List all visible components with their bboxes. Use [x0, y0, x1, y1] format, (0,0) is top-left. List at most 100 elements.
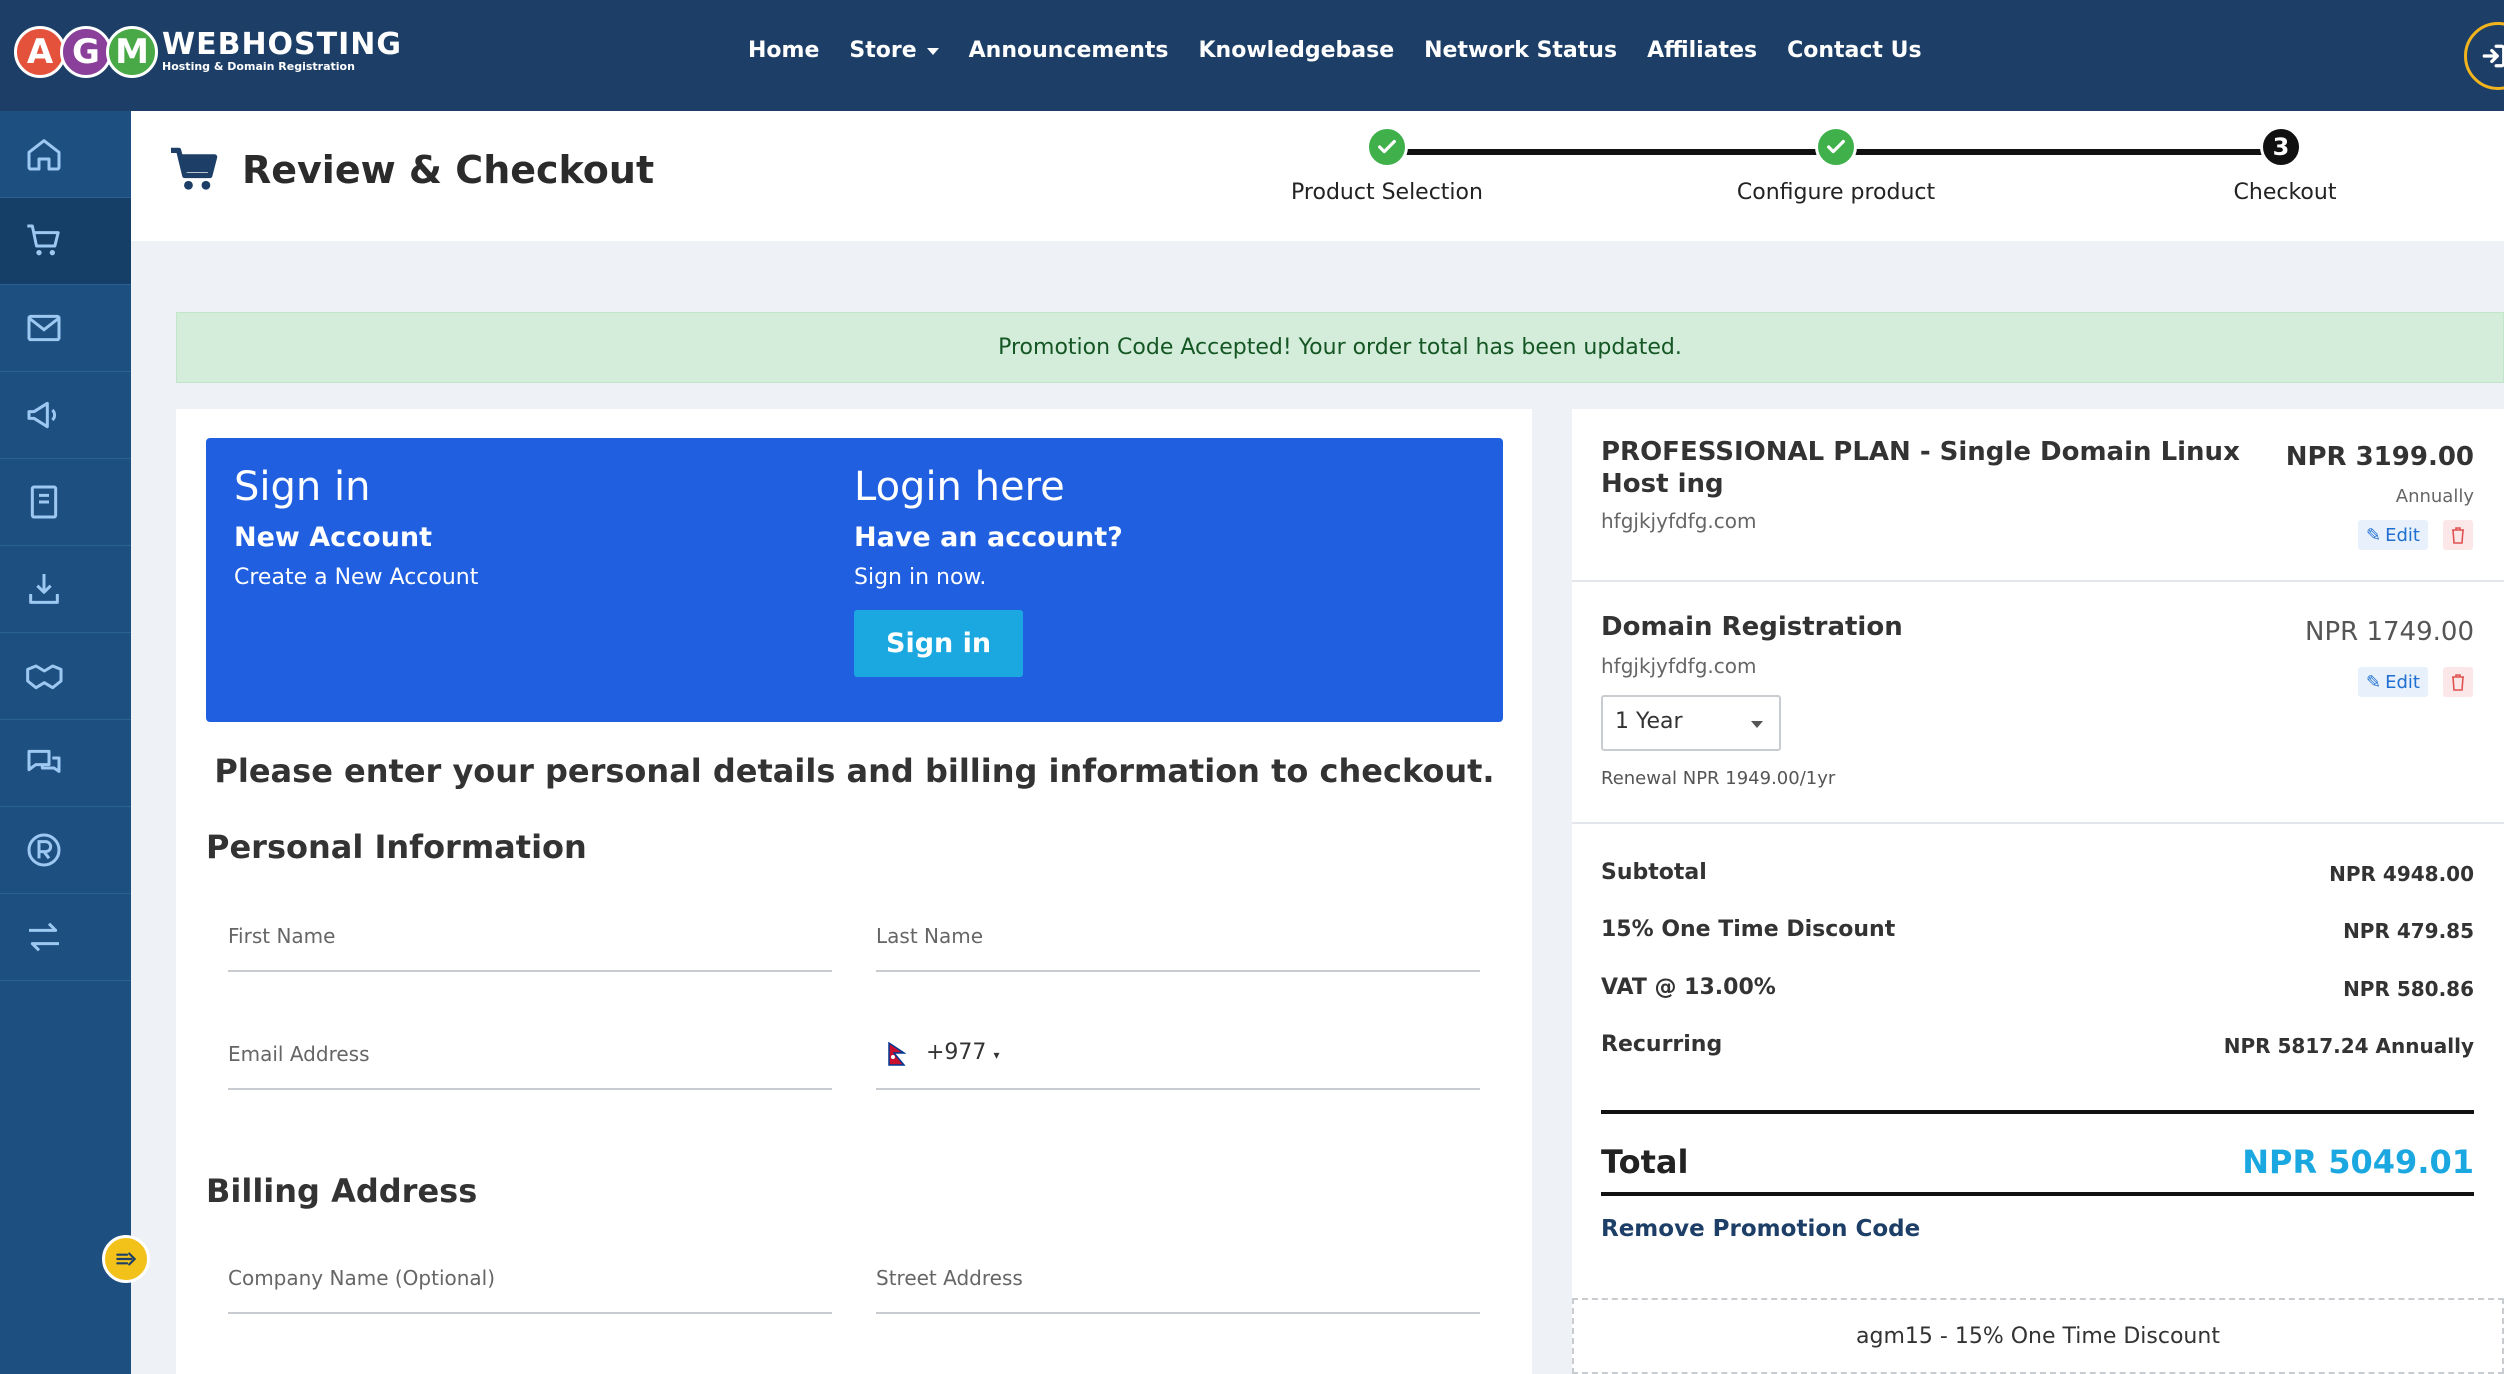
pencil-icon: ✎	[2366, 524, 2382, 546]
nav-announcements[interactable]: Announcements	[969, 38, 1169, 63]
cart-item-2-name: Domain Registration	[1601, 612, 1903, 642]
sidebar-item-domains[interactable]	[0, 807, 131, 894]
login-title: Login here	[854, 464, 1065, 510]
total-value: NPR 5049.01	[2242, 1143, 2474, 1181]
nepal-flag-icon	[888, 1042, 906, 1066]
sidebar-toggle-button[interactable]	[102, 1235, 150, 1283]
cart-item-2-edit-button[interactable]: ✎ Edit	[2358, 667, 2428, 697]
edit-label: Edit	[2385, 524, 2420, 546]
signin-button[interactable]: Sign in	[854, 610, 1024, 677]
billing-address-heading: Billing Address	[206, 1172, 478, 1210]
alert-text: Promotion Code Accepted! Your order tota…	[998, 335, 1682, 360]
discount-value: NPR 479.85	[2343, 919, 2474, 943]
nav-store[interactable]: Store	[849, 38, 939, 63]
brand-logo[interactable]: A G M WEBHOSTING Hosting & Domain Regist…	[14, 26, 402, 78]
envelope-icon	[27, 314, 61, 342]
top-navbar: A G M WEBHOSTING Hosting & Domain Regist…	[0, 0, 2504, 111]
sidebar-item-announcements[interactable]	[0, 372, 131, 459]
page-title: Review & Checkout	[168, 146, 654, 194]
create-account-text: Create a New Account	[234, 565, 479, 590]
vat-label: VAT @ 13.00%	[1601, 975, 1776, 1000]
last-name-field[interactable]: Last Name	[876, 912, 1480, 972]
dial-code-value: +977	[926, 1040, 987, 1065]
remove-promo-link[interactable]: Remove Promotion Code	[1601, 1216, 1920, 1242]
subtotal-label: Subtotal	[1601, 860, 1707, 885]
caret-down-icon: ▾	[993, 1048, 1000, 1062]
first-name-field[interactable]: First Name	[228, 912, 832, 972]
first-name-placeholder: First Name	[228, 924, 336, 948]
sign-in-icon	[2482, 44, 2504, 68]
phone-field[interactable]: +977 ▾	[876, 1030, 1480, 1090]
sidebar-item-knowledgebase[interactable]	[0, 459, 131, 546]
book-icon	[30, 485, 58, 519]
logo-letter-g: G	[60, 26, 112, 78]
sidebar-item-support[interactable]	[0, 720, 131, 807]
nav-affiliates[interactable]: Affiliates	[1647, 38, 1757, 63]
registered-icon	[27, 833, 61, 867]
edit-label: Edit	[2385, 671, 2420, 693]
personal-info-heading: Personal Information	[206, 828, 587, 866]
checkout-instructions: Please enter your personal details and b…	[214, 752, 1495, 790]
step-1-check	[1366, 126, 1408, 168]
nav-knowledgebase[interactable]: Knowledgebase	[1199, 38, 1395, 63]
sidebar-item-downloads[interactable]	[0, 546, 131, 633]
promo-success-alert: Promotion Code Accepted! Your order tota…	[176, 312, 2504, 383]
cart-icon	[27, 224, 60, 256]
recurring-value: NPR 5817.24 Annually	[2223, 1034, 2474, 1058]
email-placeholder: Email Address	[228, 1042, 370, 1066]
sidebar-item-store[interactable]	[0, 198, 131, 285]
check-icon	[1378, 139, 1396, 154]
registration-period-value: 1 Year	[1615, 709, 1683, 734]
cart-item-1-domain: hfgjkjyfdfg.com	[1601, 509, 1757, 533]
street-address-field[interactable]: Street Address	[876, 1254, 1480, 1314]
login-column: Login here Have an account? Sign in now.…	[854, 464, 1123, 677]
cart-item-1-delete-button[interactable]	[2443, 520, 2473, 550]
step-1-label: Product Selection	[1291, 180, 1483, 205]
step-2-check	[1815, 126, 1857, 168]
chevron-down-icon	[926, 47, 939, 55]
step-3-number: 3	[2260, 126, 2302, 168]
discount-label: 15% One Time Discount	[1601, 917, 1896, 942]
login-button[interactable]	[2464, 22, 2504, 90]
sidebar-item-email[interactable]	[0, 285, 131, 372]
registration-period-select[interactable]: 1 Year	[1601, 695, 1781, 751]
new-account-heading: New Account	[234, 522, 433, 553]
street-placeholder: Street Address	[876, 1266, 1023, 1290]
home-icon	[27, 139, 61, 171]
cart-item-1-name: PROFESSIONAL PLAN - Single Domain Linux …	[1601, 437, 2240, 499]
renewal-price: Renewal NPR 1949.00/1yr	[1601, 768, 1836, 789]
dial-code[interactable]: +977 ▾	[926, 1040, 999, 1065]
check-icon	[1827, 139, 1845, 154]
logo-tagline: Hosting & Domain Registration	[162, 60, 355, 73]
cart-item-2-delete-button[interactable]	[2443, 667, 2473, 697]
email-field[interactable]: Email Address	[228, 1030, 832, 1090]
signin-panel: Sign in New Account Create a New Account…	[206, 438, 1503, 722]
trash-icon	[2452, 527, 2464, 544]
company-name-field[interactable]: Company Name (Optional)	[228, 1254, 832, 1314]
step-3-label: Checkout	[2233, 180, 2337, 205]
signin-title: Sign in	[234, 464, 371, 510]
transfer-icon	[29, 922, 59, 952]
sidebar-item-home[interactable]	[0, 111, 131, 198]
subtotal-value: NPR 4948.00	[2329, 862, 2474, 886]
chevron-down-icon	[1751, 721, 1763, 728]
page-title-text: Review & Checkout	[242, 148, 655, 192]
total-top-rule	[1601, 1110, 2474, 1114]
sidebar	[0, 111, 131, 1374]
summary-divider	[1572, 822, 2504, 824]
sidebar-item-transfer[interactable]	[0, 894, 131, 981]
chat-icon	[27, 749, 61, 773]
nav-home[interactable]: Home	[748, 38, 819, 63]
recurring-label: Recurring	[1601, 1032, 1723, 1057]
nav-contact-us[interactable]: Contact Us	[1787, 38, 1921, 63]
sidebar-item-affiliates[interactable]	[0, 633, 131, 720]
cart-item-2-domain: hfgjkjyfdfg.com	[1601, 654, 1757, 678]
promo-code-text: agm15 - 15% One Time Discount	[1856, 1323, 2220, 1349]
total-label: Total	[1601, 1143, 1689, 1181]
signin-now-text: Sign in now.	[854, 565, 987, 590]
logo-name: WEBHOSTING	[162, 27, 403, 62]
logo-letter-a: A	[14, 26, 66, 78]
cart-item-1-edit-button[interactable]: ✎ Edit	[2358, 520, 2428, 550]
nav-network-status[interactable]: Network Status	[1424, 38, 1617, 63]
megaphone-icon	[27, 401, 57, 429]
